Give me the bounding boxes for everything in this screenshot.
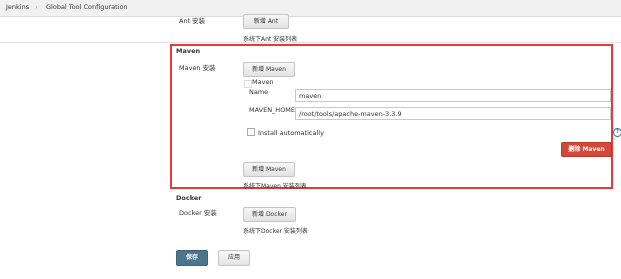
maven-entry-drag-handle[interactable] <box>244 80 252 88</box>
maven-install-hint: 系统下Maven 安装列表 <box>243 183 307 190</box>
add-ant-button[interactable]: 新增 Ant <box>243 14 289 29</box>
breadcrumb-bar: Jenkins › Global Tool Configuration <box>0 0 621 17</box>
breadcrumb-global-tool-configuration[interactable]: Global Tool Configuration <box>46 3 128 11</box>
delete-maven-button[interactable]: 删除 Maven <box>561 142 612 157</box>
name-field[interactable]: maven <box>295 89 611 102</box>
maven-entry-title: Maven <box>252 78 274 86</box>
save-button[interactable]: 保存 <box>176 250 208 266</box>
maven-section-title: Maven <box>176 47 201 55</box>
add-maven-button-bottom[interactable]: 新增 Maven <box>243 162 295 177</box>
breadcrumb-separator: › <box>35 3 38 11</box>
breadcrumb-jenkins-link[interactable]: Jenkins <box>6 3 29 11</box>
install-automatically-label: Install automatically <box>258 129 324 137</box>
help-icon[interactable]: ? <box>613 128 621 137</box>
ant-install-label: Ant 安装 <box>179 17 206 25</box>
add-maven-button[interactable]: 新增 Maven <box>243 62 295 77</box>
section-divider <box>0 42 621 43</box>
add-docker-button[interactable]: 新增 Docker <box>243 207 296 222</box>
name-label: Name <box>249 88 269 96</box>
maven-install-label: Maven 安装 <box>179 64 216 72</box>
docker-install-label: Docker 安装 <box>179 209 217 217</box>
docker-section-title: Docker <box>176 194 202 202</box>
docker-install-hint: 系统下Docker 安装列表 <box>243 228 308 235</box>
maven-home-field[interactable]: /root/tools/apache-maven-3.3.9 <box>295 107 611 120</box>
apply-button[interactable]: 应用 <box>218 250 250 266</box>
maven-home-label: MAVEN_HOME <box>249 106 296 114</box>
install-automatically-checkbox[interactable] <box>247 128 255 136</box>
